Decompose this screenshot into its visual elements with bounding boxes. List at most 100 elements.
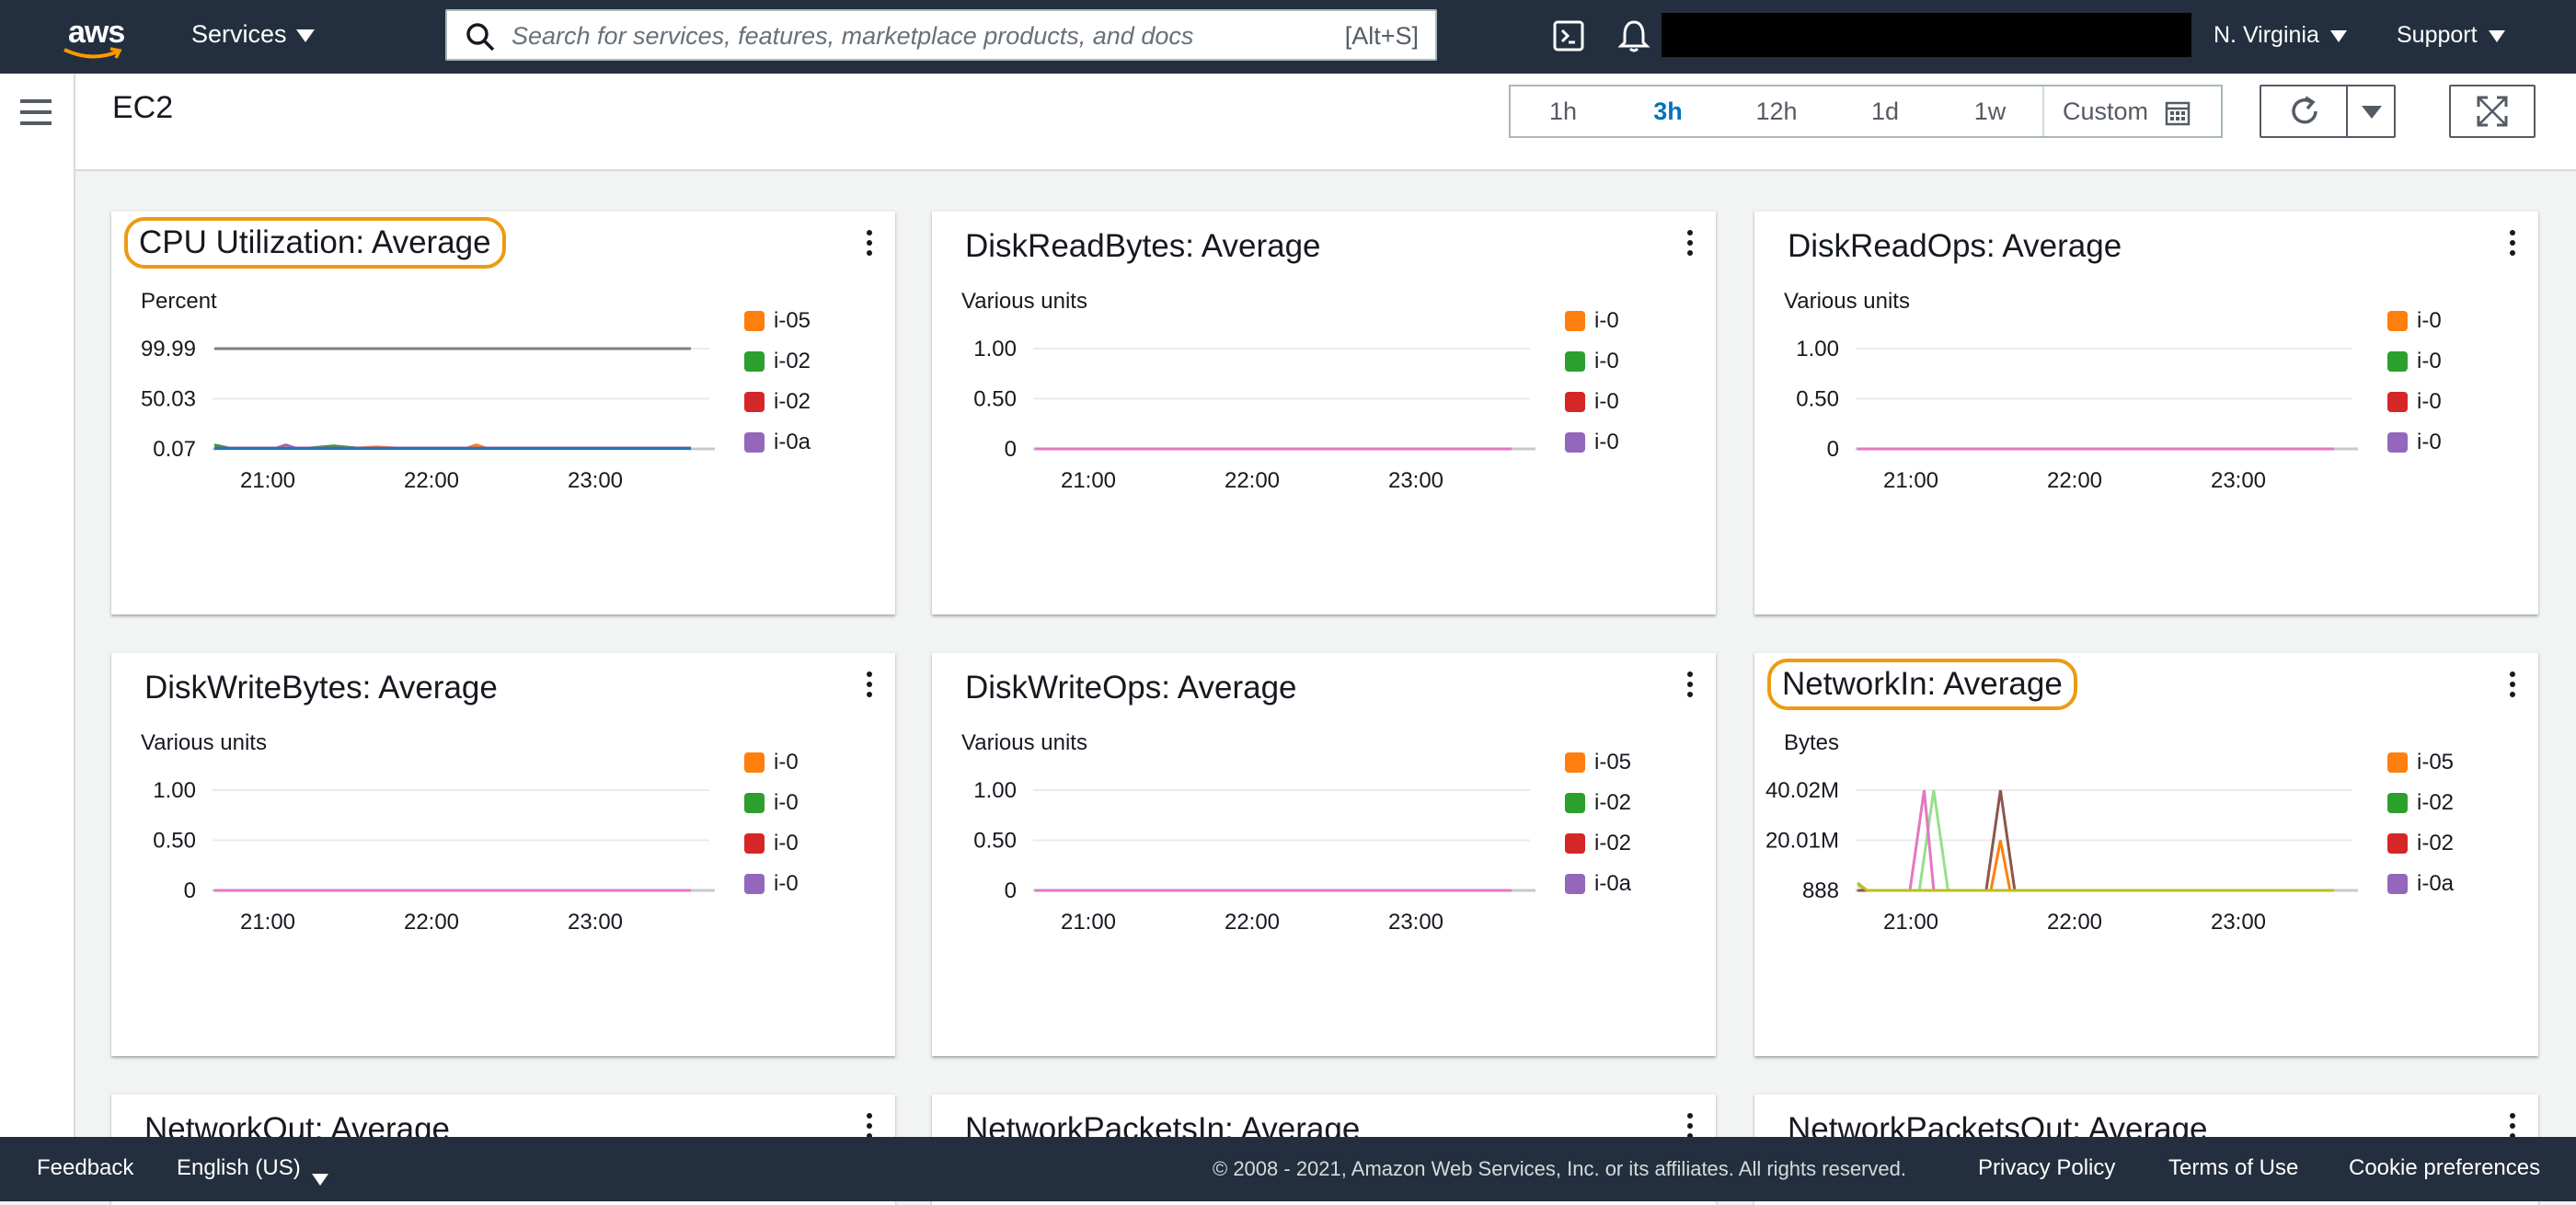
- y-tick-label: 0: [1827, 437, 1839, 462]
- legend-item[interactable]: i-0: [2387, 346, 2461, 386]
- region-selector[interactable]: N. Virginia: [2214, 22, 2347, 49]
- legend-label: i-02: [1594, 790, 1631, 815]
- widget-title[interactable]: NetworkIn: Average: [1767, 659, 2077, 710]
- legend-item[interactable]: i-0: [2387, 386, 2461, 427]
- legend-item[interactable]: i-0: [744, 868, 818, 901]
- line-chart: 0 0.50 1.00 21:00 22:00 23:00: [153, 778, 715, 935]
- widget-title[interactable]: DiskReadBytes: Average: [954, 224, 1332, 269]
- x-tick-label: 22:00: [404, 468, 459, 493]
- x-tick-label: 21:00: [1883, 468, 1938, 493]
- legend-swatch: [2387, 874, 2408, 894]
- page-title: EC2: [112, 90, 174, 125]
- legend-item[interactable]: i-0a: [2387, 868, 2461, 901]
- legend-label: i-05: [774, 308, 811, 333]
- series-line[interactable]: [1857, 881, 2334, 892]
- y-tick-label: 0.50: [153, 829, 196, 854]
- support-label: Support: [2397, 22, 2478, 48]
- widget-diskreadops-average: DiskReadOps: Average Various units i-0 i-0 i…: [1754, 211, 2538, 614]
- legend-item[interactable]: i-0: [744, 828, 818, 868]
- legend-item[interactable]: i-05: [1565, 747, 1639, 787]
- legend-item[interactable]: i-05: [744, 305, 818, 346]
- legend-swatch: [2387, 392, 2408, 412]
- caret-down-icon: [311, 1174, 328, 1186]
- widget-diskreadbytes-average: DiskReadBytes: Average Various units i-0 i-…: [932, 211, 1716, 614]
- legend-item[interactable]: i-02: [1565, 787, 1639, 828]
- legend-swatch: [744, 793, 765, 813]
- legend-item[interactable]: i-05: [2387, 747, 2461, 787]
- legend-item[interactable]: i-02: [2387, 828, 2461, 868]
- legend-item[interactable]: i-0a: [744, 427, 818, 460]
- language-selector[interactable]: English (US): [177, 1155, 328, 1186]
- widget-actions-kebab-icon[interactable]: [2509, 671, 2516, 699]
- support-menu[interactable]: Support: [2397, 22, 2505, 49]
- y-tick-label: 0.50: [973, 829, 1017, 854]
- legend-item[interactable]: i-02: [1565, 828, 1639, 868]
- legend-item[interactable]: i-0a: [1565, 868, 1639, 901]
- feedback-link[interactable]: Feedback: [37, 1155, 133, 1181]
- footer: Feedback English (US) © 2008 - 2021, Ama…: [0, 1137, 2576, 1201]
- legend-label: i-0a: [1594, 871, 1631, 896]
- widget-actions-kebab-icon[interactable]: [1686, 671, 1694, 699]
- fullscreen-button[interactable]: [2449, 85, 2536, 138]
- time-range-3h[interactable]: 3h: [1616, 86, 1720, 136]
- legend-swatch: [744, 392, 765, 412]
- legend-swatch: [744, 311, 765, 331]
- widget-actions-kebab-icon[interactable]: [866, 671, 873, 699]
- widget-actions-kebab-icon[interactable]: [866, 230, 873, 258]
- legend-swatch: [744, 833, 765, 854]
- notifications-bell-icon[interactable]: [1617, 18, 1650, 53]
- top-navigation: aws Services [Alt+S] N. Virginia Support: [0, 0, 2576, 74]
- time-range-1w[interactable]: 1w: [1938, 86, 2042, 136]
- widget-title[interactable]: DiskReadOps: Average: [1777, 224, 2133, 269]
- x-tick-label: 21:00: [1061, 910, 1116, 935]
- legend-swatch: [1565, 874, 1585, 894]
- aws-logo[interactable]: aws: [55, 13, 138, 64]
- y-tick-label: 1.00: [973, 337, 1017, 362]
- legend-item[interactable]: i-0: [744, 747, 818, 787]
- fullscreen-icon: [2477, 96, 2508, 127]
- privacy-policy-link[interactable]: Privacy Policy: [1978, 1155, 2115, 1181]
- search-icon: [466, 23, 495, 52]
- x-tick-label: 23:00: [568, 468, 623, 493]
- time-range-1h[interactable]: 1h: [1511, 86, 1616, 136]
- header-band: [75, 151, 2576, 171]
- widget-title[interactable]: DiskWriteBytes: Average: [133, 666, 509, 710]
- legend-item[interactable]: i-02: [744, 386, 818, 427]
- refresh-icon[interactable]: [2287, 94, 2322, 129]
- widget-actions-kebab-icon[interactable]: [1686, 230, 1694, 258]
- time-range-custom[interactable]: Custom: [2044, 86, 2219, 136]
- caret-down-icon: [295, 29, 315, 42]
- legend-swatch: [2387, 833, 2408, 854]
- search-box[interactable]: [Alt+S]: [445, 9, 1437, 61]
- legend-item[interactable]: i-02: [2387, 787, 2461, 828]
- x-tick-label: 22:00: [1225, 468, 1280, 493]
- cloudshell-icon[interactable]: [1553, 20, 1584, 52]
- y-tick-label: 40.02M: [1765, 778, 1839, 803]
- widget-actions-kebab-icon[interactable]: [2509, 230, 2516, 258]
- widget-legend: i-0i-0i-0i-0i-0i-0i-0i-0: [2387, 305, 2461, 460]
- legend-item[interactable]: i-0: [2387, 305, 2461, 346]
- cookie-preferences-link[interactable]: Cookie preferences: [2349, 1155, 2540, 1181]
- services-menu[interactable]: Services: [191, 20, 315, 49]
- legend-item[interactable]: i-0: [2387, 427, 2461, 460]
- refresh-options-caret-icon[interactable]: [2361, 105, 2383, 120]
- time-range-12h[interactable]: 12h: [1720, 86, 1833, 136]
- time-range-1d[interactable]: 1d: [1833, 86, 1938, 136]
- widget-title[interactable]: DiskWriteOps: Average: [954, 666, 1308, 710]
- y-tick-label: 0: [1005, 878, 1017, 903]
- legend-item[interactable]: i-0: [744, 787, 818, 828]
- legend-item[interactable]: i-0: [1565, 305, 1639, 346]
- y-tick-label: 0.50: [973, 387, 1017, 412]
- legend-item[interactable]: i-0: [1565, 427, 1639, 460]
- y-tick-label: 0: [1005, 437, 1017, 462]
- hamburger-menu-icon[interactable]: [20, 99, 52, 125]
- legend-item[interactable]: i-02: [744, 346, 818, 386]
- search-input[interactable]: [510, 18, 1295, 53]
- widget-title[interactable]: CPU Utilization: Average: [124, 217, 506, 269]
- legend-label: i-0: [1594, 349, 1619, 373]
- terms-of-use-link[interactable]: Terms of Use: [2168, 1155, 2298, 1181]
- legend-item[interactable]: i-0: [1565, 346, 1639, 386]
- account-menu-redacted[interactable]: [1662, 13, 2191, 57]
- legend-item[interactable]: i-0: [1565, 386, 1639, 427]
- y-tick-label: 20.01M: [1765, 829, 1839, 854]
